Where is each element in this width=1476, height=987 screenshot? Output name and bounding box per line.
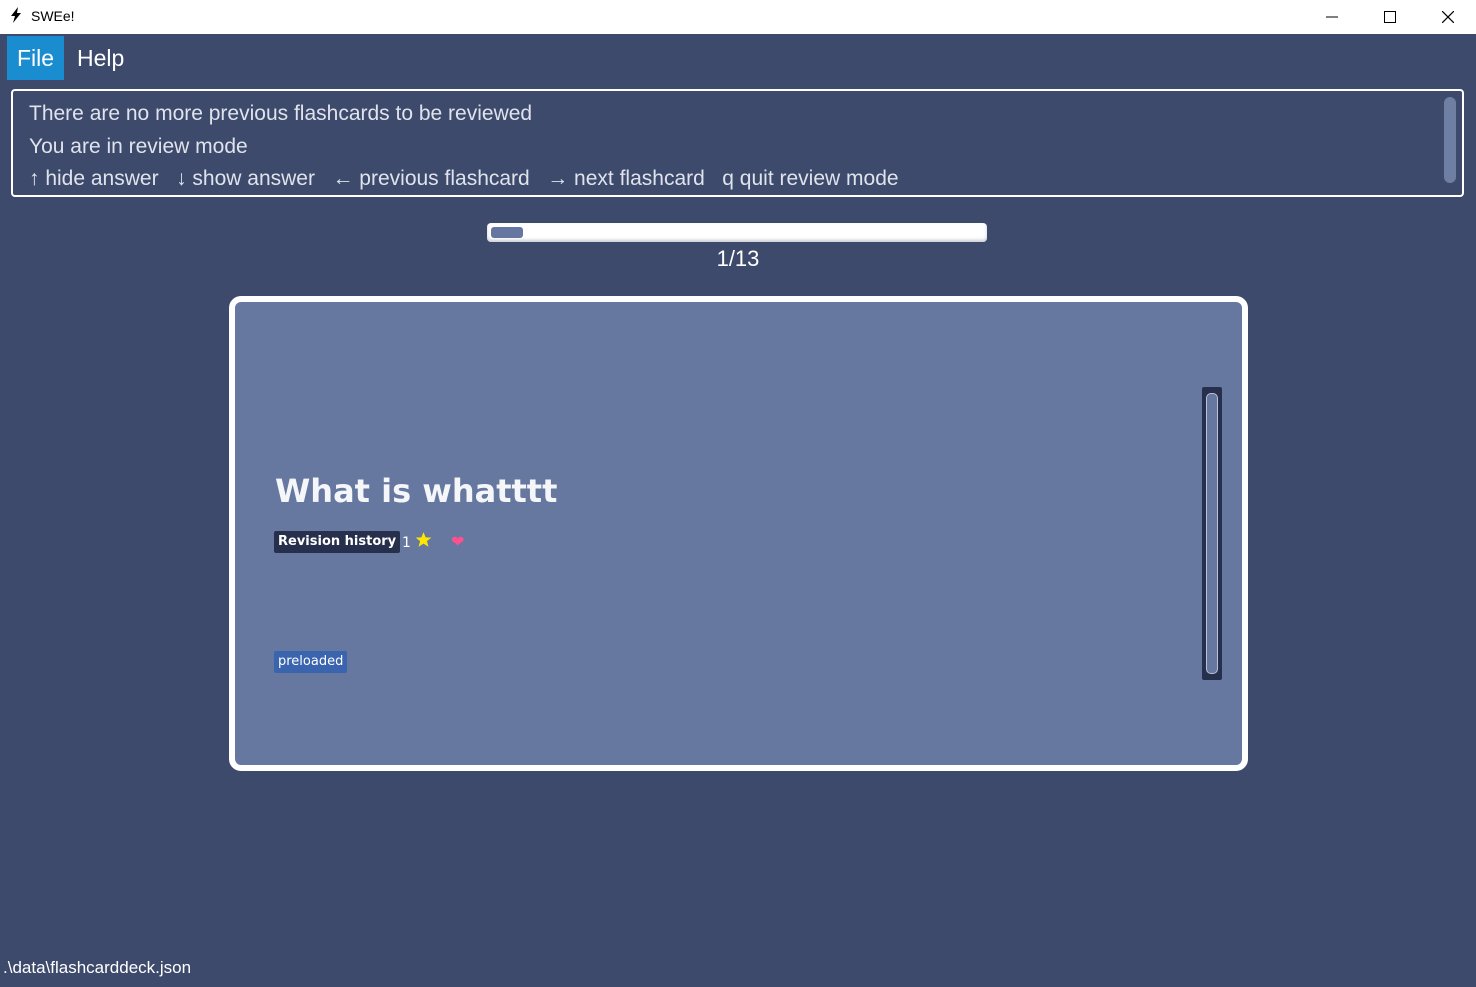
minimize-icon: [1326, 16, 1338, 18]
minimize-button[interactable]: [1303, 0, 1361, 34]
menu-help[interactable]: Help: [67, 36, 134, 80]
flashcard-scrollbar[interactable]: [1202, 387, 1222, 680]
menu-file[interactable]: File: [7, 36, 65, 80]
menu-bar: File Help: [0, 34, 1476, 81]
result-controls-line: ↑ hide answer ↓ show answer ← previous f…: [29, 167, 899, 190]
flashcard-question: What is whatttt: [275, 472, 558, 510]
result-mode-line: You are in review mode: [29, 135, 248, 158]
progress-fill: [491, 227, 523, 238]
result-display[interactable]: There are no more previous flashcards to…: [11, 89, 1464, 197]
close-icon: [1442, 11, 1454, 23]
close-button[interactable]: [1419, 0, 1476, 34]
flashcard[interactable]: What is whatttt Revision history 1 ❤ pre…: [229, 296, 1248, 771]
title-bar: SWEe!: [0, 0, 1476, 34]
flashcard-scroll-thumb[interactable]: [1206, 393, 1218, 674]
maximize-button[interactable]: [1361, 0, 1419, 34]
window-title: SWEe!: [31, 8, 75, 24]
maximize-icon: [1384, 11, 1396, 23]
tag-preloaded: preloaded: [274, 651, 348, 673]
result-message-line: There are no more previous flashcards to…: [29, 102, 533, 125]
rating-value: 1: [402, 535, 411, 551]
result-scrollbar[interactable]: [1444, 97, 1456, 183]
star-icon: [415, 531, 432, 552]
heart-icon: ❤: [451, 532, 465, 551]
status-file-path: .\data\flashcarddeck.json: [3, 958, 192, 977]
lightning-icon: [10, 7, 22, 27]
review-progress-bar: [487, 223, 987, 242]
revision-history-tag: Revision history: [274, 531, 401, 553]
progress-label: 1/13: [716, 246, 760, 271]
